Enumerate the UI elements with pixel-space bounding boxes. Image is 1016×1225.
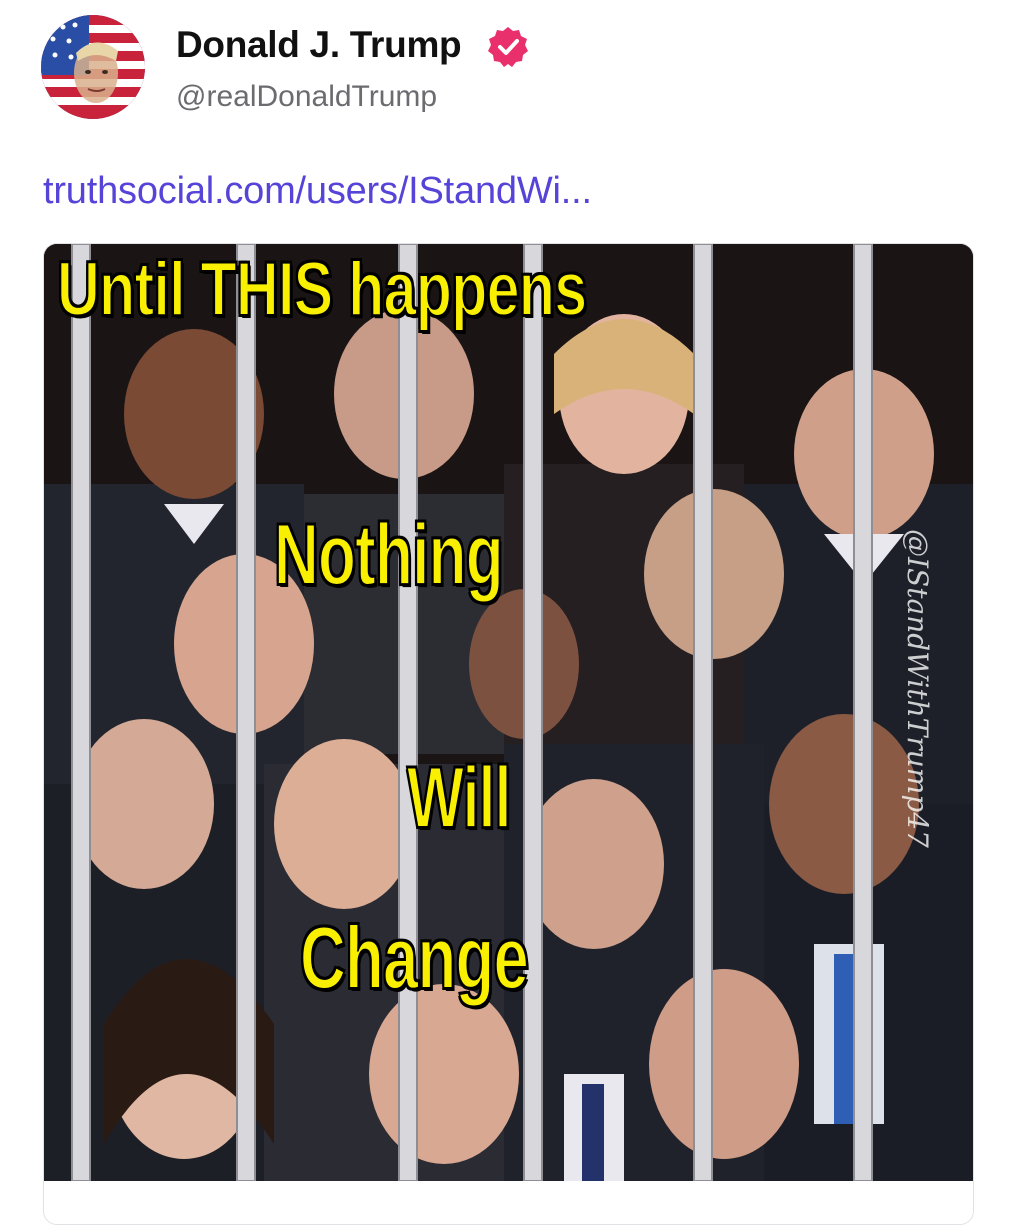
meme-line-4: Change [299, 907, 529, 1008]
author-handle[interactable]: @realDonaldTrump [176, 80, 437, 114]
meme-image[interactable]: Until THIS happens Nothing Will Change @… [44, 244, 973, 1181]
meme-line-3: Will [406, 749, 512, 847]
verified-badge-icon [488, 27, 528, 67]
meme-line-1: Until THIS happens [56, 246, 588, 333]
meme-photo-collage [44, 244, 973, 1181]
author-display-name[interactable]: Donald J. Trump [176, 24, 462, 66]
media-card[interactable]: Until THIS happens Nothing Will Change @… [43, 243, 974, 1225]
avatar[interactable] [41, 15, 145, 119]
meme-watermark: @IStandWithTrump47 [901, 529, 934, 848]
meme-line-2: Nothing [273, 506, 504, 604]
post-link[interactable]: truthsocial.com/users/IStandWi... [43, 170, 592, 213]
avatar-portrait-flag-icon [41, 15, 145, 119]
